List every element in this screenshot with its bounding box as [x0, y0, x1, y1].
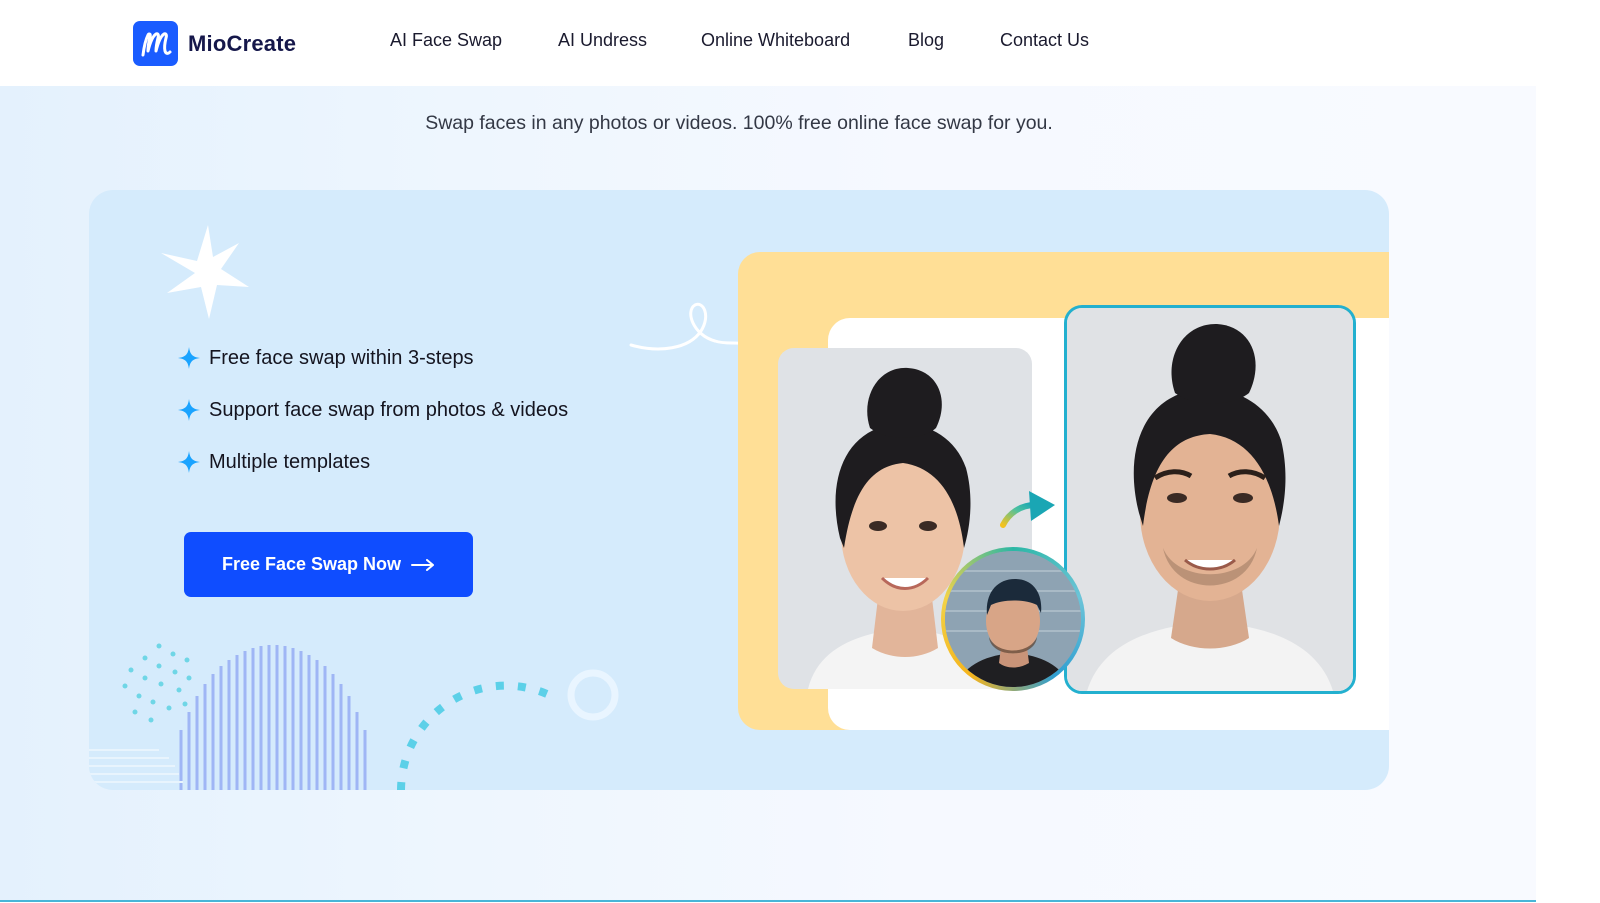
decorative-pattern: [89, 643, 619, 790]
sparkle-icon: [178, 399, 200, 421]
nav-contact-us[interactable]: Contact Us: [1000, 30, 1089, 51]
curved-arrow-icon: [1000, 491, 1055, 528]
site-header: MioCreate AI Face Swap AI Undress Online…: [0, 0, 1600, 86]
brand-name: MioCreate: [188, 30, 297, 56]
sparkle-icon: [178, 451, 200, 473]
sparkle-icon: [178, 347, 200, 369]
feature-item: Multiple templates: [177, 450, 370, 474]
nav-ai-undress[interactable]: AI Undress: [558, 30, 647, 51]
curly-line-icon: [629, 302, 749, 351]
cta-label: Free Face Swap Now: [221, 554, 402, 574]
arrow-right-icon: [411, 558, 435, 571]
section-divider: [0, 900, 1536, 902]
feature-item: Free face swap within 3-steps: [177, 346, 474, 370]
feature-text: Multiple templates: [209, 450, 371, 473]
hero-card: Free face swap within 3-steps Support fa…: [89, 190, 1389, 790]
hero-tagline: Swap faces in any photos or videos. 100%…: [425, 112, 1053, 134]
feature-text: Free face swap within 3-steps: [209, 346, 474, 369]
feature-item: Support face swap from photos & videos: [177, 398, 568, 422]
free-face-swap-button[interactable]: Free Face Swap Now: [184, 532, 473, 597]
miocreate-logo-icon: [133, 21, 178, 66]
nav-ai-face-swap[interactable]: AI Face Swap: [390, 30, 502, 51]
starburst-icon: [161, 225, 249, 319]
nav-online-whiteboard[interactable]: Online Whiteboard: [701, 30, 850, 51]
face-photo: [941, 547, 1085, 691]
brand-logo[interactable]: MioCreate: [133, 21, 296, 66]
feature-text: Support face swap from photos & videos: [209, 398, 569, 421]
nav-blog[interactable]: Blog: [908, 30, 944, 51]
result-photo: [1064, 305, 1356, 694]
